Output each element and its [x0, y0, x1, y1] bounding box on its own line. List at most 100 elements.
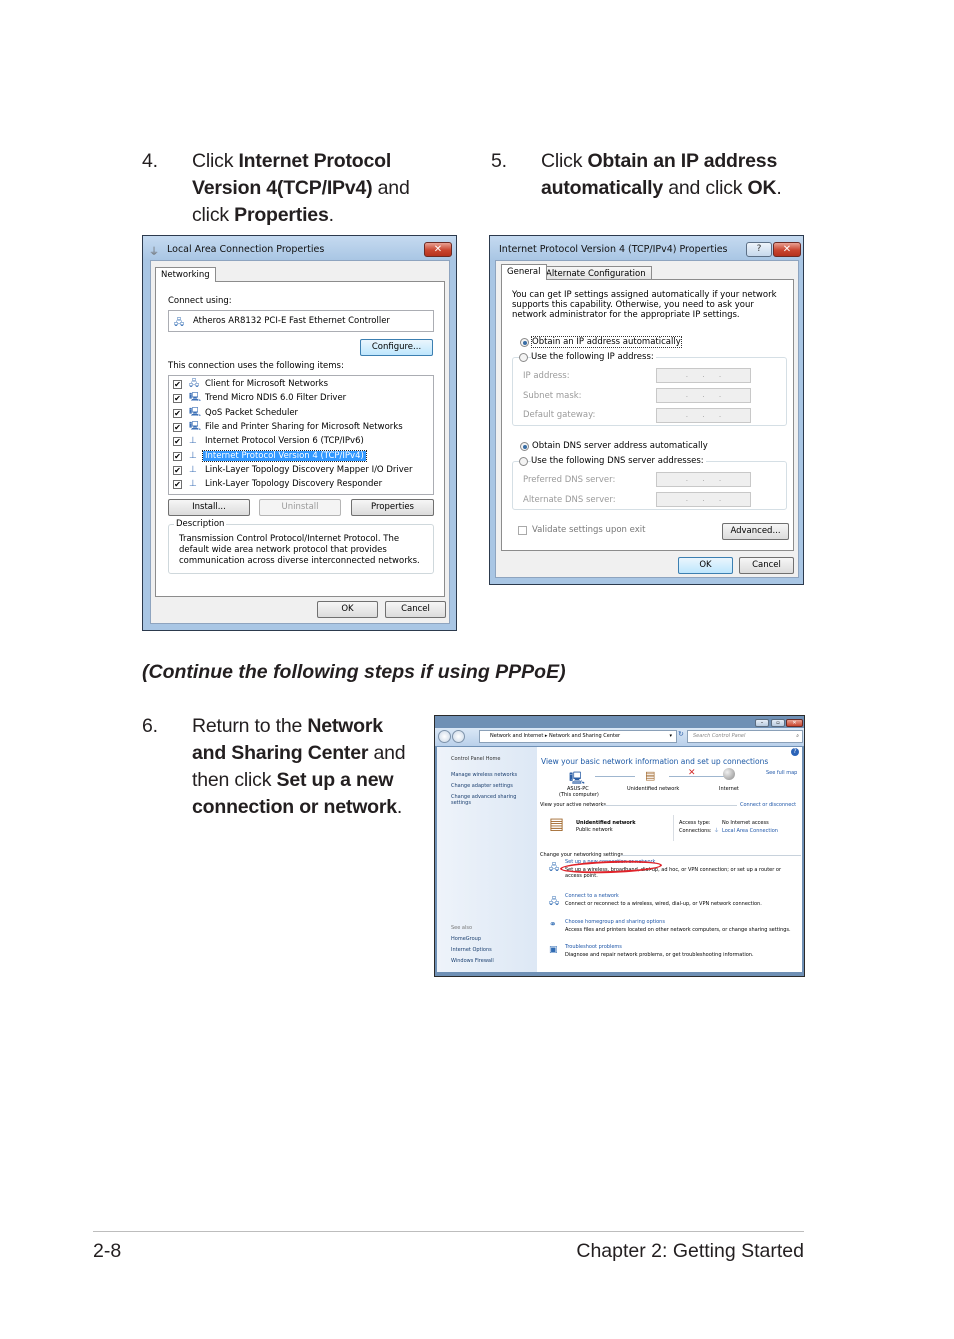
description-label: Description	[174, 519, 227, 529]
ok-button[interactable]: OK	[317, 601, 378, 618]
dialog-client-area: General Alternate Configuration You can …	[495, 260, 799, 578]
dialog-client-area: Networking Connect using: 🖧 Atheros AR81…	[150, 260, 450, 624]
validate-settings-label[interactable]: Validate settings upon exit	[532, 525, 645, 535]
network-adapter-icon: ⏚	[149, 247, 159, 258]
items-list[interactable]: ✔ 🖧 Client for Microsoft Networks ✔ 🖳 Trend M…	[168, 375, 434, 495]
validate-settings-checkbox[interactable]	[518, 526, 527, 535]
help-icon[interactable]: ?	[791, 748, 799, 756]
task-link[interactable]: Connect to a network	[565, 893, 619, 899]
use-following-ip-radio[interactable]	[519, 353, 528, 362]
close-button[interactable]: ✕	[786, 719, 803, 727]
back-button[interactable]	[438, 730, 451, 743]
local-area-connection-link[interactable]: Local Area Connection	[722, 828, 778, 834]
bold-text: connection or network	[192, 796, 397, 818]
close-button[interactable]: ✕	[773, 242, 801, 257]
properties-button[interactable]: Properties	[351, 499, 434, 516]
chevron-down-icon[interactable]: ▾	[669, 731, 672, 742]
close-button[interactable]: ✕	[424, 242, 452, 257]
use-following-ip-label[interactable]: Use the following IP address:	[531, 352, 656, 362]
item-checkbox[interactable]: ✔	[173, 437, 182, 447]
use-following-dns-radio[interactable]	[519, 457, 528, 466]
close-icon: ✕	[792, 720, 797, 726]
footer-divider	[93, 1231, 804, 1232]
item-checkbox[interactable]: ✔	[173, 422, 182, 432]
task-description: Connect or reconnect to a wireless, wire…	[565, 901, 762, 907]
tab-alternate-configuration[interactable]: Alternate Configuration	[540, 266, 652, 280]
bold-text: Version 4(TCP/IPv4)	[192, 177, 373, 199]
networking-panel: Connect using: 🖧 Atheros AR8132 PCI-E Fa…	[155, 281, 445, 597]
sidebar-internet-options[interactable]: Internet Options	[451, 947, 492, 953]
see-also-label: See also	[451, 925, 473, 931]
step-number: 5.	[491, 150, 507, 172]
item-checkbox[interactable]: ✔	[173, 380, 182, 389]
search-input[interactable]: Search Control Panel ⌕	[687, 730, 803, 743]
breadcrumb[interactable]: Network and Internet ▸ Network and Shari…	[479, 730, 677, 743]
connect-or-disconnect-link[interactable]: Connect or disconnect	[740, 802, 796, 808]
help-button[interactable]: ?	[746, 242, 772, 257]
install-button[interactable]: Install...	[168, 499, 250, 516]
active-network-type[interactable]: Public network	[576, 827, 613, 833]
map-network-name: Unidentified network	[627, 786, 680, 792]
obtain-ip-automatically-radio[interactable]	[520, 338, 529, 347]
service-icon: 🖳	[189, 393, 202, 404]
obtain-dns-automatically-radio[interactable]	[520, 442, 529, 451]
bench-network-icon: ▤	[549, 814, 565, 833]
map-internet: Internet	[719, 786, 739, 792]
preferred-dns-input: ...	[656, 472, 751, 487]
item-checkbox[interactable]: ✔	[173, 480, 182, 490]
sidebar-change-advanced-sharing[interactable]: Change advanced sharing settings	[451, 794, 526, 806]
sidebar-manage-wireless[interactable]: Manage wireless networks	[451, 772, 517, 778]
active-network-name: Unidentified network	[576, 820, 636, 826]
ok-button[interactable]: OK	[678, 557, 733, 574]
item-label: Internet Protocol Version 4 (TCP/IPv4)	[202, 449, 367, 462]
task-link[interactable]: Choose homegroup and sharing options	[565, 919, 665, 925]
obtain-dns-automatically-label[interactable]: Obtain DNS server address automatically	[532, 441, 708, 451]
item-checkbox[interactable]: ✔	[173, 408, 182, 418]
item-checkbox[interactable]: ✔	[173, 394, 182, 404]
static-ip-group: Use the following IP address: IP address…	[512, 352, 787, 426]
alternate-dns-input: ...	[656, 492, 751, 507]
item-checkbox[interactable]: ✔	[173, 465, 182, 475]
bold-text: OK	[747, 177, 777, 199]
service-icon: 🖳	[189, 407, 202, 418]
refresh-icon[interactable]: ↻	[678, 730, 684, 738]
maximize-button[interactable]: ▫	[771, 719, 785, 727]
cancel-button[interactable]: Cancel	[385, 601, 446, 618]
item-label: Internet Protocol Version 6 (TCP/IPv6)	[205, 436, 364, 447]
tab-general[interactable]: General	[501, 264, 547, 280]
protocol-icon: ⊥	[189, 479, 197, 490]
close-icon: ✕	[433, 244, 443, 255]
text: then click	[192, 769, 277, 791]
description-group: Description Transmission Control Protoco…	[168, 519, 434, 574]
tab-networking[interactable]: Networking	[155, 267, 216, 282]
step-number: 6.	[142, 715, 158, 737]
sidebar-homegroup[interactable]: HomeGroup	[451, 936, 481, 942]
bold-text: Set up a new	[276, 769, 394, 791]
step-number: 4.	[142, 150, 158, 172]
item-checkbox[interactable]: ✔	[173, 451, 182, 461]
bold-text: automatically	[541, 177, 664, 199]
obtain-ip-automatically-label[interactable]: Obtain an IP address automatically	[531, 336, 682, 348]
advanced-button[interactable]: Advanced...	[722, 523, 789, 540]
forward-button[interactable]	[452, 730, 465, 743]
breadcrumb-item[interactable]: Network and Internet	[490, 733, 543, 739]
minimize-button[interactable]: –	[755, 719, 769, 727]
protocol-icon: ⊥	[189, 436, 197, 447]
sidebar-change-adapter[interactable]: Change adapter settings	[451, 783, 513, 789]
see-full-map-link[interactable]: See full map	[766, 770, 797, 776]
ethernet-icon: ⏚	[714, 828, 720, 834]
bench-network-icon: ▤	[645, 769, 656, 782]
text: Click	[192, 150, 239, 172]
configure-button[interactable]: Configure...	[360, 339, 433, 356]
cancel-button[interactable]: Cancel	[739, 557, 794, 574]
item-label: QoS Packet Scheduler	[205, 407, 299, 418]
sidebar-windows-firewall[interactable]: Windows Firewall	[451, 958, 494, 964]
item-label: Trend Micro NDIS 6.0 Filter Driver	[205, 393, 347, 404]
active-networks-label: View your active networks	[540, 802, 606, 808]
bold-text: Obtain an IP address	[587, 150, 778, 172]
breadcrumb-item[interactable]: Network and Sharing Center	[549, 733, 620, 739]
task-link[interactable]: Troubleshoot problems	[565, 944, 622, 950]
sidebar-control-panel-home[interactable]: Control Panel Home	[451, 756, 501, 762]
text: Return to the	[192, 715, 308, 737]
use-following-dns-label[interactable]: Use the following DNS server addresses:	[531, 456, 706, 466]
